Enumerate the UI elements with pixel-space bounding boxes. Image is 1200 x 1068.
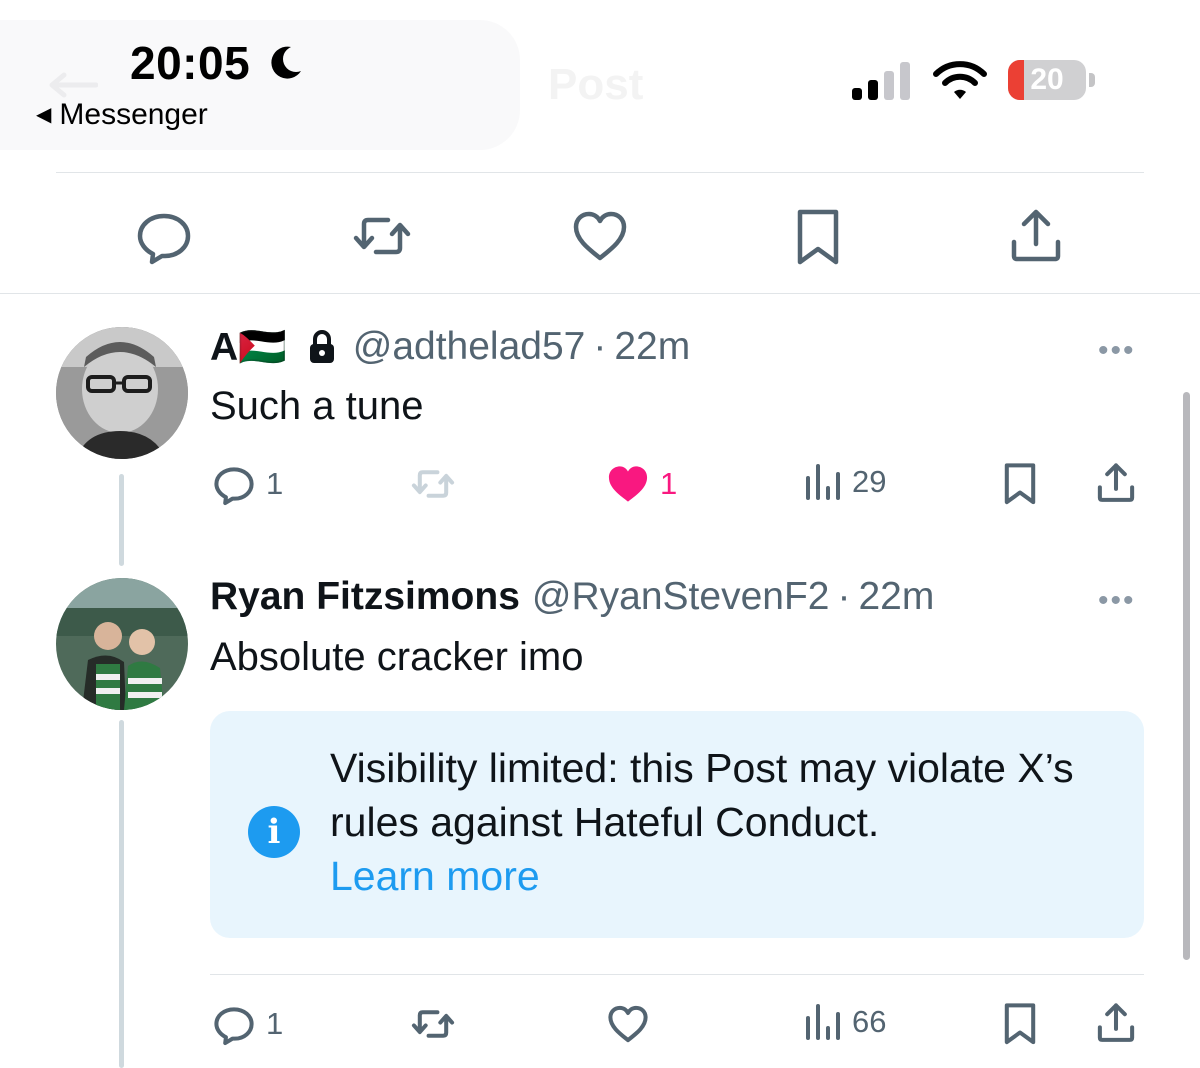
views-icon	[806, 464, 840, 500]
reply-count: 1	[266, 466, 284, 501]
avatar-photo	[56, 578, 188, 710]
status-time-text: 20:05	[130, 37, 251, 89]
reply-icon	[214, 1007, 254, 1046]
page-title: Post	[548, 60, 644, 109]
like-button[interactable]: 1	[606, 462, 677, 506]
share-icon[interactable]	[1006, 206, 1066, 266]
bookmark-icon[interactable]	[998, 1000, 1042, 1046]
more-options-icon[interactable]: •••	[1098, 584, 1136, 618]
avatar[interactable]	[56, 327, 188, 459]
reply-icon[interactable]	[134, 206, 194, 266]
status-bar: Post 20:05 ◀ Messenger 20	[0, 0, 1200, 150]
back-arrow-icon[interactable]	[48, 72, 98, 98]
reply-text: Absolute cracker imo	[210, 635, 584, 679]
share-icon[interactable]	[1094, 1000, 1138, 1046]
cellular-signal-icon	[852, 62, 910, 100]
share-icon[interactable]	[1094, 460, 1138, 506]
divider	[210, 974, 1144, 975]
timestamp[interactable]: 22m	[858, 575, 934, 619]
notice-text: Visibility limited: this Post may violat…	[330, 741, 1110, 903]
lock-icon	[309, 330, 334, 363]
separator-dot: ·	[837, 575, 851, 618]
like-button[interactable]	[606, 1002, 660, 1046]
repost-icon	[411, 470, 455, 498]
user-handle[interactable]: @adthelad57	[353, 325, 586, 369]
wifi-icon	[933, 61, 987, 99]
views-count: 66	[852, 1004, 887, 1039]
bookmark-icon[interactable]	[788, 206, 848, 266]
learn-more-link[interactable]: Learn more	[330, 849, 1110, 903]
reply-button[interactable]: 1	[212, 1002, 283, 1046]
separator-dot: ·	[593, 325, 607, 368]
thread-line	[119, 720, 124, 1068]
back-triangle-icon: ◀	[36, 104, 52, 126]
user-handle[interactable]: @RyanStevenF2	[532, 575, 830, 619]
battery-percent: 20	[1030, 63, 1064, 96]
reply-header: Ryan Fitzsimons @RyanStevenF2 · 22m	[210, 575, 934, 619]
back-to-app-link[interactable]: ◀ Messenger	[36, 98, 208, 132]
thread-line	[119, 474, 124, 566]
back-app-label: Messenger	[59, 98, 208, 131]
battery-icon: 20	[1008, 60, 1086, 100]
visibility-notice: i Visibility limited: this Post may viol…	[210, 711, 1144, 938]
reply-text: Such a tune	[210, 384, 424, 428]
divider	[0, 293, 1200, 294]
more-options-icon[interactable]: •••	[1098, 334, 1136, 368]
battery-terminal	[1089, 73, 1095, 87]
views-button[interactable]: 66	[804, 1002, 886, 1042]
avatar-photo	[56, 327, 188, 459]
repost-icon[interactable]	[352, 206, 412, 266]
notice-message: Visibility limited: this Post may violat…	[330, 745, 1074, 845]
display-name[interactable]: A🇵🇸	[210, 324, 287, 370]
repost-button	[410, 462, 466, 506]
display-name[interactable]: Ryan Fitzsimons	[210, 575, 520, 619]
like-icon[interactable]	[570, 206, 630, 266]
repost-button[interactable]	[410, 1002, 466, 1046]
divider	[56, 172, 1144, 173]
like-count: 1	[660, 466, 678, 501]
moon-icon	[271, 46, 302, 79]
avatar[interactable]	[56, 578, 188, 710]
scrollbar[interactable]	[1183, 392, 1190, 960]
views-count: 29	[852, 464, 887, 499]
views-button[interactable]: 29	[804, 462, 886, 502]
like-icon	[608, 1005, 648, 1043]
reply-count: 1	[266, 1006, 284, 1041]
timestamp[interactable]: 22m	[614, 325, 690, 369]
reply-icon	[214, 467, 254, 506]
repost-icon	[411, 1010, 455, 1038]
info-icon: i	[248, 806, 300, 858]
reply-button[interactable]: 1	[212, 462, 283, 506]
bookmark-icon[interactable]	[998, 460, 1042, 506]
status-time: 20:05	[130, 36, 305, 90]
views-icon	[806, 1004, 840, 1040]
heart-filled-icon	[608, 466, 648, 502]
reply-header: A🇵🇸 @adthelad57 · 22m	[210, 324, 690, 370]
